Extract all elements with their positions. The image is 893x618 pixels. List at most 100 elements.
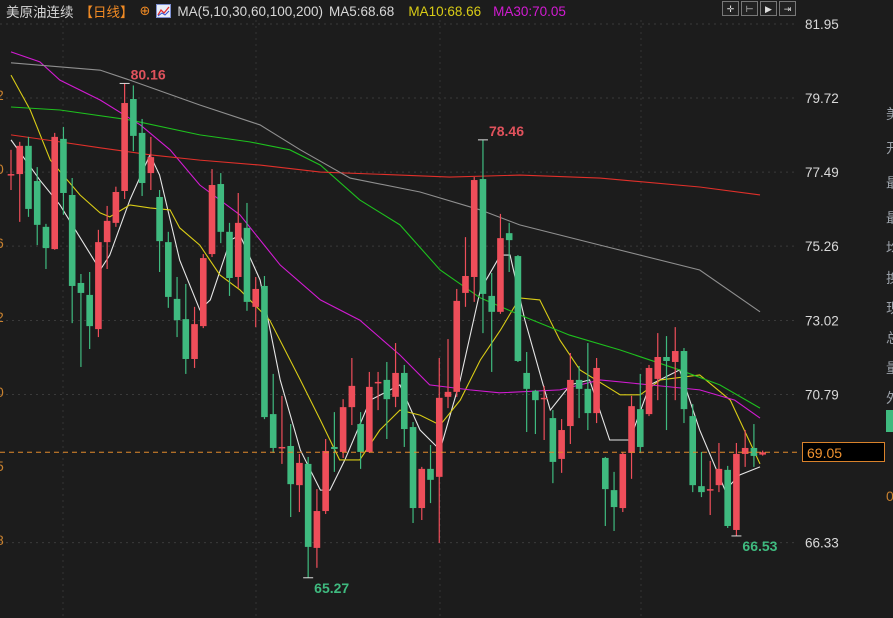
right-panel-fragment: 量 (886, 358, 893, 378)
candle-body (532, 390, 539, 401)
chart-legend: 美原油连续 【日线】 ⊕ MA(5,10,30,60,100,200) MA5:… (6, 2, 572, 20)
target-icon[interactable]: ⊕ (140, 3, 151, 19)
left-axis-fragment: 2 (0, 87, 4, 103)
candle (51, 132, 58, 250)
candle (287, 424, 294, 518)
candle (130, 85, 137, 152)
crosshair-icon[interactable]: ✛ (722, 1, 739, 16)
candle (304, 456, 312, 578)
candle-body (479, 179, 487, 294)
candle (462, 237, 469, 307)
candle (156, 190, 163, 273)
candle (671, 327, 679, 401)
candle-body (549, 418, 557, 462)
price-axis: 81.95 79.72 77.49 75.26 73.02 70.79 66.33 (805, 17, 839, 551)
candle (147, 136, 155, 190)
candle-body (392, 372, 399, 397)
candle (374, 371, 382, 411)
candle-body (610, 490, 618, 508)
ma10-value: MA10:68.66 (408, 3, 482, 19)
candle-body (689, 416, 697, 486)
candle-body (462, 275, 469, 293)
candle (514, 255, 522, 362)
candle-body (741, 447, 749, 454)
candle (366, 371, 373, 453)
left-axis-fragment: 6 (0, 235, 4, 251)
candle-body (602, 457, 609, 490)
candle-body (733, 453, 740, 530)
last-price-label: 69.05 (802, 442, 885, 463)
candle-body (715, 468, 723, 486)
price-tick-label: 77.49 (805, 165, 839, 180)
vertical-grid (62, 20, 642, 618)
candle-body (523, 372, 530, 389)
candle (95, 229, 102, 338)
candle-body (706, 489, 714, 491)
candle (532, 389, 539, 435)
candle (173, 276, 181, 338)
candle-body (636, 409, 644, 447)
candle-body (199, 258, 207, 327)
candle-body (671, 351, 679, 362)
right-panel-fragment: 最 (886, 208, 893, 228)
candle (383, 361, 391, 439)
left-axis-fragment: 2 (0, 309, 4, 325)
candle-body (724, 469, 731, 526)
high-price-label: 78.46 (489, 123, 524, 139)
candle-body (60, 138, 67, 193)
candle (724, 465, 731, 528)
candlestick-chart[interactable]: 81.95 79.72 77.49 75.26 73.02 70.79 66.33 80.1… (0, 0, 893, 618)
period-selector[interactable]: 【日线】 (80, 1, 134, 21)
zoom-range-icon[interactable]: ⊢ (741, 1, 758, 16)
candle (479, 139, 487, 334)
candle-body (130, 99, 137, 136)
candle-body (663, 356, 670, 361)
candle (252, 276, 260, 328)
candle (593, 357, 600, 424)
candle-body (95, 242, 102, 330)
candle (610, 471, 618, 531)
candle (636, 373, 644, 453)
candle (619, 451, 627, 513)
candle (549, 410, 557, 484)
candle-body (7, 174, 15, 176)
price-tick-label: 66.33 (805, 536, 839, 551)
candle-body (42, 226, 50, 249)
candle-body (401, 372, 408, 430)
candle-body (488, 295, 495, 312)
candle (269, 373, 277, 453)
candle-body (296, 462, 303, 486)
indicator-name[interactable]: MA(5,10,30,60,100,200) (177, 4, 323, 19)
candle-body (645, 367, 653, 415)
candle (654, 333, 662, 401)
candle-body (575, 379, 583, 389)
indicator-chart-icon[interactable] (156, 4, 172, 18)
candle-body (191, 324, 198, 359)
jump-end-icon[interactable]: ⇥ (779, 1, 796, 16)
right-panel-volume-bar (886, 410, 893, 432)
candle (339, 399, 347, 458)
high-price-label: 80.16 (131, 66, 166, 82)
candle-body (261, 285, 268, 418)
candle (42, 223, 50, 270)
candle-body (453, 300, 461, 392)
candle-body (497, 238, 504, 312)
candle (331, 412, 338, 472)
price-tick-label: 73.02 (805, 313, 839, 328)
candle-body (593, 367, 600, 414)
candle-body (16, 145, 24, 175)
candle-body (619, 453, 627, 509)
grid (0, 23, 795, 544)
left-axis-fragment: 0 (0, 384, 4, 400)
candle (427, 444, 434, 504)
ma5-value: MA5:68.68 (329, 3, 395, 19)
candle-body (25, 145, 32, 209)
candle (60, 126, 67, 215)
play-icon[interactable]: ▶ (760, 1, 777, 16)
candle (165, 231, 172, 308)
candle (733, 442, 740, 536)
candle (7, 149, 15, 190)
ma30-value: MA30:70.05 (493, 3, 566, 19)
candle (199, 254, 207, 329)
candle (409, 422, 417, 523)
